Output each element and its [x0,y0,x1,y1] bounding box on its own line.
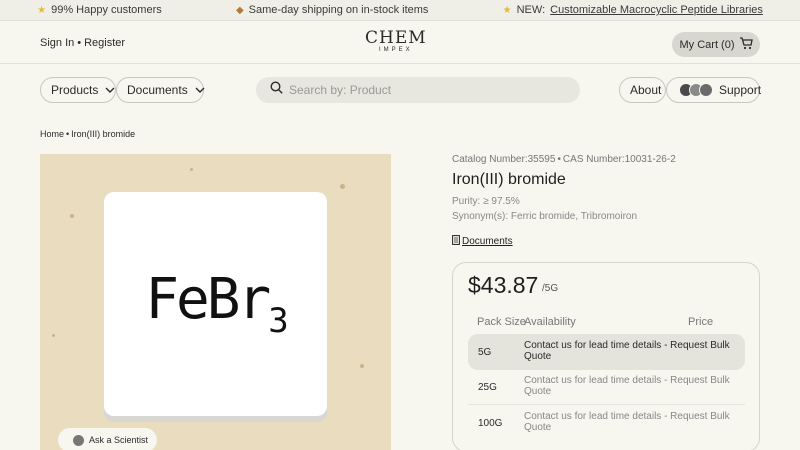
background-speck [340,184,345,189]
product-info: Catalog Number:35595 • CAS Number:10031-… [452,154,760,247]
promo-bar: ★ 99% Happy customers ◆ Same-day shippin… [0,0,800,21]
support-avatars [679,83,713,97]
background-speck [190,168,193,171]
pack-size: 5G [478,347,492,358]
promo-text: 99% Happy customers [51,4,162,16]
documents-link[interactable]: Documents [452,235,513,248]
cas-number: CAS Number:10031-26-2 [562,154,676,165]
about-label: About [630,83,662,97]
product-meta: Catalog Number:35595 • CAS Number:10031-… [452,154,760,165]
cart-icon [739,36,753,53]
price: $43.87 [468,272,539,298]
background-speck [52,334,55,337]
documents-link-label: Documents [462,236,513,247]
pack-size: 25G [478,382,497,393]
cart-label: My Cart (0) [679,38,735,51]
promo-item-new: ★ NEW: Customizable Macrocyclic Peptide … [503,4,763,16]
ask-label: Ask a Scientist [89,435,149,445]
main-nav: Products Documents About Support [0,77,800,103]
product-image: FeBr3 Ask a Scientist [40,154,391,450]
box-icon: ◆ [235,4,244,16]
register-link[interactable]: Register [84,37,125,49]
support-link[interactable]: Support [666,77,762,103]
table-row[interactable]: 100G Contact us for lead time details - … [468,404,745,440]
search-input[interactable] [289,83,549,97]
pricing-box: $43.87 /5G Pack Size Availability Price … [452,262,760,450]
formula-subscript: 3 [268,301,289,341]
chevron-down-icon [195,86,205,95]
documents-label: Documents [127,83,188,97]
support-label: Support [719,83,762,97]
chemical-formula: FeBr3 [145,267,289,341]
table-row[interactable]: 5G Contact us for lead time details - Re… [468,334,745,370]
products-menu[interactable]: Products [40,77,116,103]
star-icon: ★ [37,4,47,16]
meta-separator: • [557,154,561,165]
sign-in-link[interactable]: Sign In [40,37,74,49]
about-link[interactable]: About [619,77,666,103]
logo[interactable]: CHEM IMPEX [365,29,427,53]
promo-item-shipping: ◆ Same-day shipping on in-stock items [236,4,428,16]
promo-text: Same-day shipping on in-stock items [248,4,429,16]
availability: Contact us for lead time details - Reque… [524,411,730,433]
promo-link[interactable]: Customizable Macrocyclic Peptide Librari… [550,4,763,16]
product-synonyms: Synonym(s): Ferric bromide, Tribromoiron [452,211,638,222]
background-speck [70,214,74,218]
background-speck [360,364,364,368]
availability: Contact us for lead time details - Reque… [524,340,730,362]
avatar [699,83,713,97]
search-bar [256,77,580,103]
header-pack-size: Pack Size [477,316,526,328]
auth-links: Sign In • Register [40,37,125,49]
search-icon[interactable] [270,81,283,99]
auth-separator: • [77,37,82,49]
header-availability: Availability [524,316,576,328]
breadcrumb-current: Iron(III) bromide [71,129,136,139]
breadcrumb-home[interactable]: Home [40,129,64,139]
document-icon [452,235,460,248]
price-unit: /5G [542,283,559,294]
site-header: Sign In • Register CHEM IMPEX My Cart (0… [0,21,800,64]
scientist-avatar [72,433,85,447]
product-title: Iron(III) bromide [452,171,566,188]
pack-size: 100G [478,418,503,429]
documents-menu[interactable]: Documents [116,77,205,103]
header-price: Price [688,316,714,328]
star-icon: ★ [502,4,512,16]
ask-scientist-button[interactable]: Ask a Scientist [58,428,157,450]
chevron-down-icon [105,86,115,95]
formula-main: FeBr [145,267,271,332]
products-label: Products [51,83,99,97]
formula-card: FeBr3 [104,192,327,416]
catalog-number: Catalog Number:35595 [452,154,556,165]
availability: Contact us for lead time details - Reque… [524,375,730,397]
promo-item-customers: ★ 99% Happy customers [37,4,162,16]
cart-button[interactable]: My Cart (0) [672,32,760,57]
table-row[interactable]: 25G Contact us for lead time details - R… [468,369,745,405]
logo-main: CHEM [365,28,427,48]
breadcrumb-separator: • [66,129,70,139]
product-purity: Purity: ≥ 97.5% [452,196,520,207]
breadcrumb: Home • Iron(III) bromide [40,129,135,139]
promo-prefix: NEW: [516,4,546,16]
